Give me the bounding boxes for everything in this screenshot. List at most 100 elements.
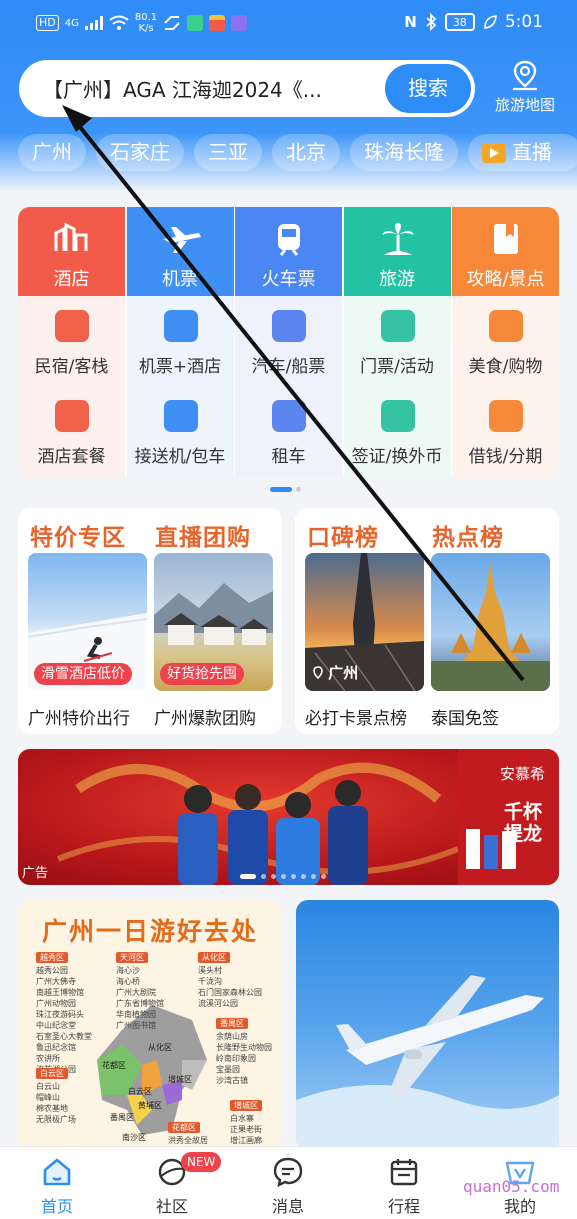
service-item-label: 租车 [271,447,306,467]
map-district-label: 增城区 [168,1075,192,1084]
service-item[interactable]: 民宿/客栈 [18,296,125,386]
deals-card[interactable]: 特价专区 直播团购 滑雪酒店低价 好货抢先囤 广州特价出行 广州爆款团购 [18,508,282,734]
service-column: 火车票 汽车/船票租车 [235,207,342,477]
network-type: 4G [64,17,79,29]
service-palm-tree[interactable]: 旅游 [343,207,451,296]
ski-image[interactable]: 滑雪酒店低价 [28,553,147,691]
temple-illustration [431,561,550,691]
deals-title[interactable]: 特价专区 [30,518,126,552]
search-bar[interactable]: 【广州】AGA 江海迦2024《... 搜索 [19,60,475,117]
place-name: 珠江夜游码头 [36,1010,84,1019]
service-item[interactable]: 酒店套餐 [18,386,125,476]
place-name: 沙湾古镇 [216,1076,248,1085]
city-chips: 广州 石家庄 三亚 北京 珠海长隆 直播 [18,134,577,171]
service-item[interactable]: 租车 [235,386,342,476]
train-icon [278,224,300,256]
hotel-icon [54,222,88,251]
tab-label: 首页 [40,1197,73,1216]
guide-icon [494,224,518,254]
service-item[interactable]: 美食/购物 [452,296,559,386]
new-badge: NEW [181,1152,222,1172]
district-list: 白云区 白云山 帽峰山 棉农基地 无限极广场 [36,1068,76,1125]
place-name: 广州图书馆 [116,1021,156,1030]
district-name: 白云区 [36,1068,68,1079]
service-item[interactable]: 机票+酒店 [127,296,234,386]
search-input[interactable]: 【广州】AGA 江海迦2024《... [43,74,373,103]
signal-icon [84,16,103,30]
service-item[interactable]: 汽车/船票 [235,296,342,386]
place-name: 广州大佛寺 [36,977,76,986]
hotel-package-icon [55,400,89,432]
live-chip-label: 直播 [512,140,552,164]
place-name: 宝墨园 [216,1065,240,1074]
reputation-title[interactable]: 口碑榜 [307,518,379,552]
tab-home[interactable]: 首页 [17,1155,97,1217]
service-label: 攻略/景点 [466,269,545,290]
service-column: 机票 机票+酒店 接送机/包车 [126,207,234,477]
service-item[interactable]: 签证/换外币 [344,386,451,476]
tab-label: 社区 [155,1197,188,1216]
service-hotel[interactable]: 酒店 [18,207,125,296]
hot-list-title[interactable]: 热点榜 [432,518,504,552]
ad-label: 广告 [22,866,49,881]
group-buy-image[interactable]: 好货抢先囤 [154,553,273,691]
place-name: 越秀公园 [36,966,68,975]
service-item[interactable]: 接送机/包车 [127,386,234,476]
service-guide[interactable]: 攻略/景点 [452,207,559,296]
ad-banner[interactable]: 安慕希 千杯提龙 广告 [18,749,559,885]
tab-messages[interactable]: 消息 [248,1155,328,1217]
promo-caption[interactable]: 广州爆款团购 [154,704,256,729]
search-button[interactable]: 搜索 [385,64,471,113]
app-icon-purple [231,15,248,31]
map-district-label: 花都区 [102,1061,126,1070]
service-column: 攻略/景点美食/购物借钱/分期 [452,207,559,477]
district-list: 从化区 溪头村 千泷沟 石门国家森林公园 流溪河公园 [198,952,262,1009]
promo-tag: 好货抢先囤 [160,663,244,685]
palm-tree-icon [381,223,414,255]
carousel-dot [240,874,256,879]
service-train[interactable]: 火车票 [235,207,342,296]
location-label: 广州 [313,662,358,683]
promo-caption[interactable]: 广州特价出行 [28,704,130,729]
service-item-label: 借钱/分期 [468,447,543,467]
plane-icon [162,227,201,253]
service-item[interactable]: 门票/活动 [344,296,451,386]
promo-caption[interactable]: 泰国免签 [431,704,499,729]
canton-tower-image[interactable]: 广州 [305,553,424,691]
nfc-icon: N [404,13,417,31]
wifi-icon [109,15,129,30]
city-chip[interactable]: 广州 [18,134,86,171]
carousel-dot [301,874,306,879]
map-district-label: 番禺区 [110,1113,134,1122]
live-group-title[interactable]: 直播团购 [155,518,251,552]
flight-card[interactable] [296,900,559,1150]
city-chip[interactable]: 北京 [272,134,340,171]
city-chip[interactable]: 珠海长隆 [350,134,458,171]
guide-card[interactable]: 广州一日游好去处 越秀区 越秀公园 广州大佛寺 南越王博物馆 广州动物园 珠江夜游码头 中山… [18,900,282,1150]
promo-caption[interactable]: 必打卡景点榜 [305,704,407,729]
district-list: 越秀区 越秀公园 广州大佛寺 南越王博物馆 广州动物园 珠江夜游码头 中山纪念堂 石室圣心大教… [36,952,92,1075]
service-plane[interactable]: 机票 [126,207,234,296]
map-pin-icon [513,60,537,91]
place-name: 鲁迅纪念馆 [36,1043,76,1052]
map-district-label: 南沙区 [122,1133,146,1142]
shopping-icon [489,310,523,342]
thai-temple-image[interactable] [431,553,550,691]
place-name: 千泷沟 [198,977,222,986]
place-name: 海心沙 [116,966,140,975]
header: HD 4G 80.1 K/s N 38 5:01 【广州】AGA 江海迦2024《… [0,0,577,190]
net-speed: 80.1 K/s [134,12,158,34]
district-name: 增城区 [230,1100,262,1111]
city-chip[interactable]: 三亚 [194,134,262,171]
ranking-card[interactable]: 口碑榜 热点榜 广州 必打卡景点榜 泰国免签 [295,508,559,734]
city-chip[interactable]: 石家庄 [96,134,184,171]
ad-slogan: 千杯提龙 [503,801,542,845]
place-name: 无限极广场 [36,1115,76,1124]
service-item[interactable]: 借钱/分期 [452,386,559,476]
tab-itinerary[interactable]: 行程 [364,1155,444,1217]
district-list: 番禺区 余荫山房 长隆野生动物园 岭南印象园 宝墨园 沙湾古镇 [216,1018,272,1086]
travel-map-link[interactable]: 旅游地图 [488,58,562,115]
guide-title: 广州一日游好去处 [41,917,258,946]
place-name: 岭南印象园 [216,1054,256,1063]
live-chip[interactable]: 直播 [468,134,577,171]
